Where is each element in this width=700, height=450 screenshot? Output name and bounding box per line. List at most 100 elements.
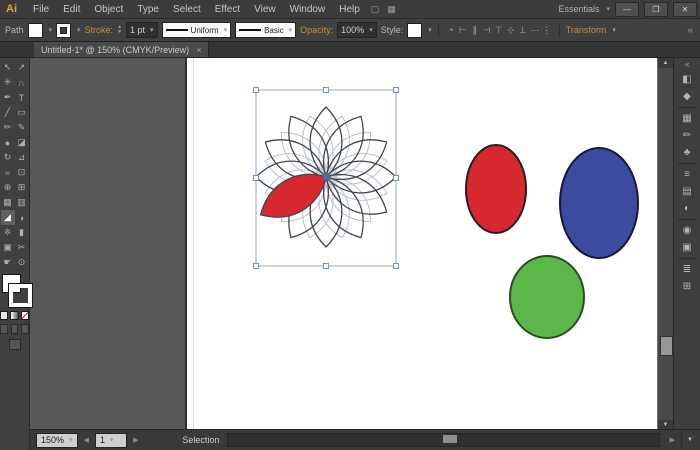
tool-line-segment[interactable]: ╱ (1, 105, 15, 120)
panel-color-icon[interactable]: ◧ (677, 71, 697, 88)
selection-handle[interactable] (324, 264, 329, 269)
tool-perspective-grid[interactable]: ⊞ (15, 180, 29, 195)
green-ellipse[interactable] (510, 256, 584, 338)
selection-handle[interactable] (394, 264, 399, 269)
align-top-icon[interactable]: ⊤ (493, 23, 505, 37)
gradient-button[interactable] (10, 311, 18, 320)
tool-mesh[interactable]: ▦ (1, 195, 15, 210)
align-center-icon[interactable]: ∥ (469, 23, 481, 37)
draw-behind-button[interactable] (11, 324, 19, 334)
minimize-button[interactable]: — (615, 2, 639, 17)
tool-column-graph[interactable]: ▮ (15, 225, 29, 240)
distribute-vertical-icon[interactable]: ⋮ (541, 23, 553, 37)
flower-petal-outline[interactable] (326, 161, 396, 193)
tool-free-transform[interactable]: ⊡ (15, 165, 29, 180)
opacity-label[interactable]: Opacity: (300, 25, 333, 35)
tool-lasso[interactable]: ∩ (15, 75, 29, 90)
selection-handle[interactable] (324, 88, 329, 93)
arrange-documents-icon[interactable]: ▢ (367, 4, 384, 15)
opacity-select[interactable]: 100% ▾ (337, 22, 377, 38)
tool-width[interactable]: ≈ (1, 165, 15, 180)
style-swatch[interactable] (407, 23, 422, 38)
workspace-select[interactable]: Essentials (558, 4, 599, 14)
tool-selection[interactable]: ↖ (1, 60, 15, 75)
vertical-scrollbar[interactable]: ▲ ▼ (657, 58, 674, 430)
tool-rectangle[interactable]: ▭ (15, 105, 29, 120)
scroll-right-icon[interactable]: ▶ (668, 436, 677, 444)
stroke-swatch[interactable] (9, 284, 32, 307)
tool-artboard[interactable]: ▣ (1, 240, 15, 255)
tool-scale[interactable]: ⊿ (15, 150, 29, 165)
align-middle-icon[interactable]: ⊹ (505, 23, 517, 37)
stroke-weight-stepper[interactable]: ▲▼ (117, 25, 122, 35)
collapse-panels-icon[interactable]: « (687, 25, 695, 36)
menu-object[interactable]: Object (87, 4, 130, 15)
menu-view[interactable]: View (247, 4, 283, 15)
expand-panels-icon[interactable]: « (684, 59, 689, 71)
tool-gradient[interactable]: ▥ (15, 195, 29, 210)
red-ellipse[interactable] (466, 145, 526, 233)
align-bottom-icon[interactable]: ⊥ (517, 23, 529, 37)
tool-type[interactable]: T (15, 90, 29, 105)
horizontal-scrollbar[interactable] (227, 433, 659, 447)
panel-artboards-icon[interactable]: ⊞ (677, 278, 697, 295)
align-left-icon[interactable]: ⊢ (457, 23, 469, 37)
flower-petal-outline[interactable] (310, 107, 342, 177)
menu-edit[interactable]: Edit (56, 4, 87, 15)
tab-close-icon[interactable]: × (196, 45, 201, 55)
artboard-navigation-select[interactable]: 1 ▾ (95, 433, 127, 448)
width-profile-select[interactable]: Uniform ▾ (162, 22, 232, 38)
restore-button[interactable]: ❐ (644, 2, 668, 17)
menu-file[interactable]: File (26, 4, 56, 15)
selection-handle[interactable] (254, 176, 259, 181)
screen-mode-button[interactable] (9, 339, 21, 350)
scroll-up-icon[interactable]: ▲ (658, 58, 673, 68)
blue-ellipse[interactable] (560, 148, 638, 258)
zoom-level-select[interactable]: 150% ▾ (36, 433, 78, 448)
tool-pen[interactable]: ✒ (1, 90, 15, 105)
tool-magic-wand[interactable]: ✳ (1, 75, 15, 90)
tool-paintbrush[interactable]: ✏ (1, 120, 15, 135)
workspace-switcher-icon[interactable]: ▦ (383, 4, 400, 15)
next-artboard-button[interactable]: ▶ (131, 436, 140, 444)
align-right-icon[interactable]: ⊣ (481, 23, 493, 37)
none-button[interactable] (21, 311, 29, 320)
menu-help[interactable]: Help (332, 4, 367, 15)
menu-type[interactable]: Type (130, 4, 166, 15)
draw-normal-button[interactable] (0, 324, 8, 334)
color-button[interactable] (0, 311, 8, 320)
transform-label[interactable]: Transform (566, 25, 607, 35)
menu-window[interactable]: Window (283, 4, 333, 15)
tool-blob-brush[interactable]: ● (1, 135, 15, 150)
tool-shape-builder[interactable]: ⊕ (1, 180, 15, 195)
tool-symbol-sprayer[interactable]: ※ (1, 225, 15, 240)
close-button[interactable]: ✕ (673, 2, 697, 17)
document-tab[interactable]: Untitled-1* @ 150% (CMYK/Preview) × (34, 42, 209, 57)
brush-definition-select[interactable]: Basic ▾ (235, 22, 296, 38)
tool-eraser[interactable]: ◪ (15, 135, 29, 150)
stroke-weight-select[interactable]: 1 pt ▾ (126, 22, 158, 38)
draw-inside-button[interactable] (21, 324, 29, 334)
panel-graphic-styles-icon[interactable]: ▣ (677, 239, 697, 256)
stroke-weight-label[interactable]: Stroke: (85, 25, 114, 35)
menu-select[interactable]: Select (166, 4, 208, 15)
horizontal-scroll-thumb[interactable] (443, 435, 457, 443)
panel-gradient-icon[interactable]: ▤ (677, 183, 697, 200)
tool-direct-selection[interactable]: ↗ (15, 60, 29, 75)
stroke-color-swatch[interactable] (56, 23, 71, 38)
vertical-scroll-thumb[interactable] (660, 336, 673, 356)
panel-transparency-icon[interactable]: ◐ (677, 200, 697, 217)
tool-zoom[interactable]: ⊙ (15, 255, 29, 270)
tool-rotate[interactable]: ↻ (1, 150, 15, 165)
scrollbar-corner[interactable]: ▼ (681, 433, 698, 447)
panel-color-guide-icon[interactable]: ◆ (677, 88, 697, 105)
panel-stroke-icon[interactable]: ≡ (677, 166, 697, 183)
panel-brushes-icon[interactable]: ✏ (677, 127, 697, 144)
tool-slice[interactable]: ✂ (15, 240, 29, 255)
panel-layers-icon[interactable]: ≣ (677, 261, 697, 278)
selection-handle[interactable] (394, 88, 399, 93)
selection-handle[interactable] (254, 264, 259, 269)
tool-blend[interactable]: ◑ (15, 210, 29, 225)
distribute-horizontal-icon[interactable]: ⋯ (529, 23, 541, 37)
selection-handle[interactable] (394, 176, 399, 181)
